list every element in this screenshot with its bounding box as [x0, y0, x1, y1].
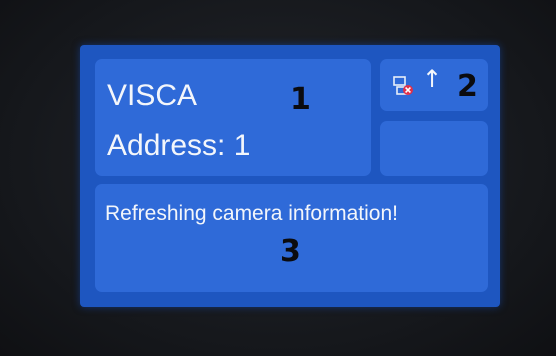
arrow-up-icon: ↑: [422, 65, 443, 93]
connection-status-panel[interactable]: ↑ 2: [380, 59, 488, 111]
callout-marker-3: 3: [280, 234, 301, 269]
protocol-label: VISCA: [107, 79, 198, 112]
network-disconnected-icon: [393, 76, 413, 95]
status-message: Refreshing camera information!: [105, 202, 398, 225]
message-panel: Refreshing camera information! 3: [95, 184, 488, 292]
device-bezel: VISCA Address: 1 1 ↑ 2 Refreshing camera…: [0, 0, 556, 356]
address-label: Address: 1: [107, 129, 251, 162]
callout-marker-2: 2: [457, 69, 478, 104]
lcd-screen: VISCA Address: 1 1 ↑ 2 Refreshing camera…: [80, 45, 500, 307]
camera-info-panel[interactable]: VISCA Address: 1 1: [95, 59, 371, 176]
callout-marker-1: 1: [290, 82, 311, 117]
empty-status-panel[interactable]: [380, 121, 488, 176]
